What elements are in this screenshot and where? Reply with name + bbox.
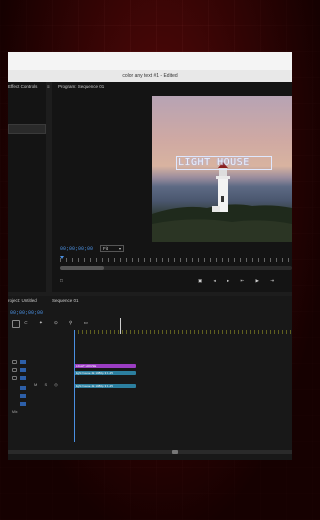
a2-target[interactable] (20, 394, 26, 398)
program-monitor-tab[interactable]: Program: Sequence 01 (58, 84, 104, 89)
v3-lock-icon[interactable] (12, 360, 17, 364)
a1-target[interactable] (20, 386, 26, 390)
window-title: color any text #1 - Edited (8, 70, 292, 82)
v2-target[interactable] (20, 368, 26, 372)
timeline-scrollbar[interactable] (8, 450, 292, 454)
sequence-tab[interactable]: Sequence 01 (52, 298, 79, 303)
zoom-scrollbar[interactable] (60, 266, 292, 270)
track-toggle-icons[interactable]: M S ◎ (34, 382, 61, 387)
v2-lock-icon[interactable] (12, 368, 17, 372)
marker-icon[interactable] (120, 318, 121, 334)
program-time-ruler[interactable] (60, 258, 292, 262)
track-headers: Mix M S ◎ (8, 352, 74, 422)
timeline-ruler[interactable] (74, 330, 292, 334)
project-tab[interactable]: roject: Untitled (8, 298, 37, 303)
playhead-icon[interactable] (60, 256, 64, 259)
premiere-window: Effect Controls ≡ Program: Sequence 01 L… (8, 82, 292, 460)
top-white-strip (8, 52, 292, 70)
effect-controls-panel (8, 82, 46, 292)
mix-label: Mix (12, 410, 18, 414)
selection-tool-icon[interactable] (12, 320, 20, 328)
fit-value: Fit (103, 246, 108, 251)
timeline-timecode[interactable]: 00;00;00;00 (10, 310, 43, 316)
timeline-tool-icons[interactable]: ⊂ ✦ ⊙ ⚲ ▭ (24, 320, 93, 326)
chevron-down-icon: ▾ (118, 246, 121, 251)
overlay-text: LIGHT HOUSE (178, 157, 250, 168)
video-clip-v1[interactable]: light house 4k 1080p 3:1.25 (74, 384, 136, 388)
video-clip-v2[interactable]: light house 4k 1080p 3:1.25 (74, 371, 136, 375)
fit-dropdown[interactable]: Fit ▾ (100, 245, 124, 252)
v3-target[interactable] (20, 360, 26, 364)
program-timecode[interactable]: 00;00;00;00 (60, 246, 93, 252)
transport-controls[interactable]: ▣ ◂ ▸ ⇤ ▶ ⇥ (198, 278, 279, 284)
a3-target[interactable] (20, 402, 26, 406)
effect-controls-tab[interactable]: Effect Controls (8, 84, 37, 89)
effect-controls-dropdown[interactable] (8, 124, 46, 134)
timeline-playhead[interactable] (74, 330, 75, 442)
settings-icon[interactable]: □ (60, 278, 63, 283)
panel-menu-icon[interactable]: ≡ (47, 84, 50, 89)
text-clip[interactable]: LIGHT HOUSE (74, 364, 136, 368)
v1-target[interactable] (20, 376, 26, 380)
v1-lock-icon[interactable] (12, 376, 17, 380)
